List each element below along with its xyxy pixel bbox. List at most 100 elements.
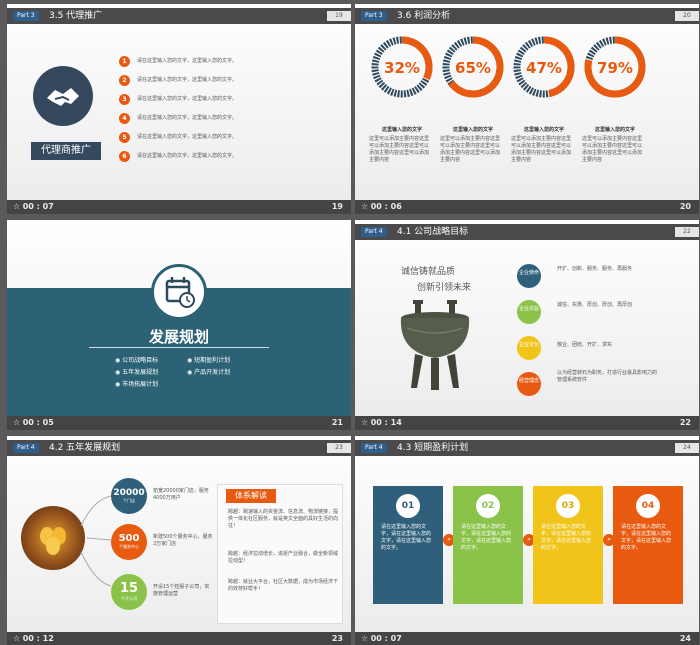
slide-thumbnail-20[interactable]: Part 3 3.6 利润分析 20 32% 这里输入您的文字 这里可以添加主要内容… [355,4,699,214]
slide-thumbnail-24[interactable]: Part 4 4.3 短期盈利计划 24 01 请在这里输入您的文字，请在这里输… [355,436,699,645]
stat-text: 拓宽20000家门店，服务4000万用户 [153,488,209,501]
card-number: 04 [636,494,660,518]
plan-card: 03 请在这里输入您的文字，请在这里输入您的文字，请在这里输入您的文字。 [533,486,603,604]
strategy-row: 经营理念 以为经营转石为职务，打造行业最具影响力的管理系统软件 [517,370,697,410]
strategy-row: 企业文化 敬业、团结、开扩、求实 [517,334,697,368]
slide-timing: 00 : 12 [13,634,54,643]
handshake-icon [33,66,93,126]
slide-canvas: Part 4 4.1 公司战略目标 22 诚信铸就品质 创新引领未来 企业使命 … [355,220,699,416]
calendar-icon [151,264,207,320]
ring-chart-item: 79% 这里输入您的文字 这里可以添加主要内容这里可以添加主要内容这里可以添加主要内… [582,34,648,194]
slide-number: 23 [331,634,343,643]
item-number: 2 [119,75,130,86]
card-number: 03 [556,494,580,518]
ring-body-text: 这里可以添加主要内容这里可以添加主要内容这里可以添加主要内容这里可以添加主要内容 [511,136,572,163]
stat-text: 开设15个控股子公司，实施管理运营 [153,584,210,597]
strategy-row: 企业使命 开扩、创新、服务、服务、再服务 [517,262,697,296]
stat-text: 新建500个服务中心，服务2万家门店 [153,534,213,547]
slide-canvas: Part 4 4.3 短期盈利计划 24 01 请在这里输入您的文字，请在这里输… [355,436,699,632]
slide-number: 21 [331,418,343,427]
ring-chart: 47% [513,36,575,98]
slide-thumbnail-22[interactable]: Part 4 4.1 公司战略目标 22 诚信铸就品质 创新引领未来 企业使命 … [355,220,699,430]
slide-title: 3.5 代理推广 [49,11,103,21]
stat-unit: 个服务中心 [119,544,139,549]
slide-canvas: Part 3 3.5 代理推广 19 代理商推广 1 请在这里输入您的文字，这里输… [7,4,351,200]
strategy-text: 敬业、团结、开扩、求实 [557,342,613,348]
item-text: 请在这里输入您的文字，这里输入您的文字。 [137,153,238,159]
panel-title: 体系解读 [226,489,276,503]
agenda-item: ◉ 市场拓展计划 [115,381,159,388]
slide-meta-bar: 00 : 05 21 [7,416,351,430]
item-number: 4 [119,113,130,124]
stat-unit: 个门店 [123,498,135,503]
item-text: 请在这里输入您的文字，这里输入您的文字。 [137,77,238,83]
part-badge: Part 3 [13,11,39,21]
plan-card: 04 请在这里输入您的文字，请在这里输入您的文字，请在这里输入您的文字。 [613,486,683,604]
stat-circle: 500 个服务中心 [111,524,147,560]
slide-page-number: 19 [327,11,351,21]
slide-meta-bar: 00 : 12 23 [7,632,351,645]
panel-item: 跨越：就业大平台，社区大数据，成为市场经济下的效劳好帮手！ [228,579,339,592]
slide-timing: 00 : 14 [361,418,402,427]
slide-meta-bar: 00 : 07 24 [355,632,699,645]
item-text: 请在这里输入您的文字，这里输入您的文字。 [137,96,238,102]
strategy-text: 开扩、创新、服务、服务、再服务 [557,266,633,272]
agenda-item: ◉ 短期盈利计划 [187,357,231,364]
item-number: 3 [119,94,130,105]
ring-body-text: 这里可以添加主要内容这里可以添加主要内容这里可以添加主要内容这里可以添加主要内容 [369,136,430,163]
slide-canvas: Part 4 4.2 五年发展规划 23 20000 个门店 拓宽20000家门… [7,436,351,632]
section-title: 发展规划 [148,328,209,346]
list-item: 4 请在这里输入您的文字，这里输入您的文字。 [119,113,339,132]
slide-meta-bar: 00 : 14 22 [355,416,699,430]
list-item: 5 请在这里输入您的文字，这里输入您的文字。 [119,132,339,151]
strategy-tag: 企业使命 [517,264,541,288]
card-text: 请在这里输入您的文字，请在这里输入您的文字，请在这里输入您的文字。 [381,524,432,551]
slide-canvas: 发展规划 ◉ 公司战略目标 ◉ 短期盈利计划 ◉ 五年发展规划 ◉ 产品开发计划… [7,220,351,416]
card-text: 请在这里输入您的文字，请在这里输入您的文字，请在这里输入您的文字。 [541,524,592,551]
slide-thumbnail-19[interactable]: Part 3 3.5 代理推广 19 代理商推广 1 请在这里输入您的文字，这里输… [7,4,351,214]
slide-title: 4.1 公司战略目标 [397,227,469,237]
plan-card: 01 请在这里输入您的文字，请在这里输入您的文字，请在这里输入您的文字。 [373,486,443,604]
item-text: 请在这里输入您的文字，这里输入您的文字。 [137,134,238,140]
slide-number: 19 [331,202,343,211]
ring-chart-item: 65% 这里输入您的文字 这里可以添加主要内容这里可以添加主要内容这里可以添加主要内… [440,34,506,194]
strategy-tag: 企业文化 [517,336,541,360]
strategy-rows: 企业使命 开扩、创新、服务、服务、再服务 企业宗旨 诚信、实惠、厚创、厚创、再厚… [517,262,697,412]
slide-header: Part 4 4.1 公司战略目标 22 [355,224,699,240]
ring-chart-item: 32% 这里输入您的文字这里可以添加主要内容这里可以添加主要内容这里可以添加主要内… [369,34,435,194]
list-item: 6 请在这里输入您的文字，这里输入您的文字。 [119,151,339,170]
system-interpretation-panel: 体系解读 跨越：跨速输入的资金流、信息流、物流链接，提供一体化社区服务，就是英文… [217,484,343,624]
slide-thumbnail-23[interactable]: Part 4 4.2 五年发展规划 23 20000 个门店 拓宽20000家门… [7,436,351,645]
slide-page-number: 20 [675,11,699,21]
card-number: 01 [396,494,420,518]
slide-timing: 00 : 05 [13,418,54,427]
slide-timing: 00 : 07 [361,634,402,643]
slide-thumbnail-21[interactable]: 发展规划 ◉ 公司战略目标 ◉ 短期盈利计划 ◉ 五年发展规划 ◉ 产品开发计划… [7,220,351,430]
stat-unit: 个子公司 [121,596,137,601]
ring-caption: 这里输入您的文字 [452,127,493,133]
agenda-item: ◉ 五年发展规划 [115,369,159,376]
list-item: 2 请在这里输入您的文字，这里输入您的文字。 [119,75,339,94]
ring-value-label: 47% [526,59,562,77]
slide-number: 20 [679,202,691,211]
panel-item: 跨越：跨速输入的资金流、信息流、物流链接，提供一体化社区服务，就是英文全面的具好… [228,509,339,529]
agent-label: 代理商推广 [31,142,101,160]
slide-timing: 00 : 06 [361,202,402,211]
strategy-row: 企业宗旨 诚信、实惠、厚创、厚创、再厚创 [517,298,697,332]
ring-chart-item: 47% 这里输入您的文字 这里可以添加主要内容这里可以添加主要内容这里可以添加主要内… [511,34,577,194]
slogan-line-2: 创新引领未来 [417,283,472,293]
ring-value-label: 65% [455,59,491,77]
bronze-cauldron-image [385,298,485,398]
numbered-list: 1 请在这里输入您的文字，这里输入您的文字。 2 请在这里输入您的文字，这里输入您的… [119,56,339,170]
slide-title: 3.6 利润分析 [397,11,451,21]
ring-body-text: 这里可以添加主要内容这里可以添加主要内容这里可以添加主要内容这里可以添加主要内容 [582,136,643,163]
ring-chart: 32% [371,36,433,98]
stat-value: 20000 [113,488,145,498]
slide-number: 22 [679,418,691,427]
item-number: 6 [119,151,130,162]
plan-card: 02 请在这里输入您的文字，请在这里输入您的文字，请在这里输入您的文字。 [453,486,523,604]
ring-chart: 65% [442,36,504,98]
strategy-text: 以为经营转石为职务，打造行业最具影响力的管理系统软件 [557,370,658,383]
ring-caption: 这里输入您的文字 [381,127,422,133]
ring-value-label: 79% [597,59,633,77]
